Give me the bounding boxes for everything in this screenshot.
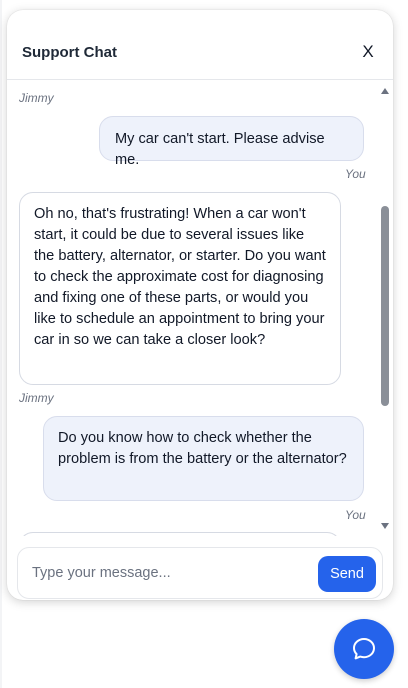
chat-launcher-button[interactable]	[334, 619, 394, 679]
scroll-thumb[interactable]	[381, 206, 389, 406]
message-scrollbar[interactable]	[379, 81, 391, 536]
sender-label: You	[345, 167, 366, 181]
sender-label: Jimmy	[19, 391, 54, 405]
message-input[interactable]	[32, 559, 302, 587]
chat-title: Support Chat	[22, 44, 117, 61]
chat-bubble-icon	[353, 638, 375, 660]
chat-header: Support Chat X	[7, 10, 393, 80]
left-edge	[0, 0, 2, 688]
scroll-down-arrow-icon[interactable]	[381, 523, 389, 529]
message-composer: Send	[17, 547, 383, 599]
message-list[interactable]: Jimmy My car can't start. Please advise …	[7, 81, 393, 536]
sender-label: You	[345, 508, 366, 522]
message-text: My car can't start. Please advise me.	[115, 131, 325, 168]
message-text: Oh no, that's frustrating! When a car wo…	[34, 206, 326, 348]
user-message-bubble: Do you know how to check whether the pro…	[43, 416, 364, 501]
user-message-bubble: My car can't start. Please advise me.	[99, 116, 364, 168]
chat-widget: Support Chat X Jimmy My car can't start.…	[7, 10, 393, 600]
bot-message-bubble: Oh no, that's frustrating! When a car wo…	[19, 192, 341, 385]
close-icon: X	[362, 42, 374, 61]
close-button[interactable]: X	[359, 42, 377, 62]
message-text: Do you know how to check whether the pro…	[58, 430, 347, 467]
send-button[interactable]: Send	[318, 556, 376, 592]
bot-message-bubble	[19, 532, 341, 536]
scroll-up-arrow-icon[interactable]	[381, 88, 389, 94]
sender-label: Jimmy	[19, 91, 54, 105]
